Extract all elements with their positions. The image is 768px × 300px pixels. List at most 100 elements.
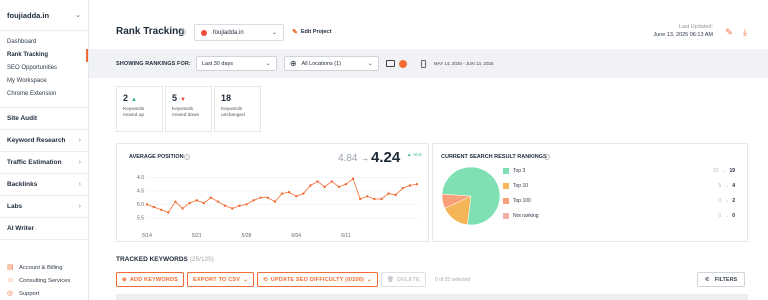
x-tick-label: 5/21 [192, 233, 202, 239]
serp-row-label: Top 3 [513, 168, 526, 174]
data-point [273, 200, 277, 203]
desktop-icon[interactable] [385, 60, 395, 67]
chevron-down-icon: ⌄ [243, 276, 248, 283]
sidebar-item-rank-tracking[interactable]: Rank Tracking [0, 49, 88, 62]
data-point [373, 197, 376, 201]
filters-icon: ⚟ [704, 276, 710, 283]
project-name: foujiadda.in [7, 10, 50, 20]
update-seo-difficulty-button[interactable]: ⟲ UPDATE SEO DIFFICULTY (0/200) ⌄ [256, 272, 378, 287]
tracked-count: (25/125) [189, 256, 214, 263]
stat-moved-up: 2 ▲ Keywords moved up [116, 86, 163, 132]
account-icon: ▤ [7, 264, 14, 271]
data-point [309, 184, 312, 187]
location-select[interactable]: ⊕ All Locations (1) ⌄ [283, 56, 379, 71]
legend-swatch [503, 168, 509, 174]
edit-project-button[interactable]: ✎ Edit Project [292, 28, 331, 36]
site-select[interactable]: foujiadda.in ⌄ [194, 24, 284, 41]
period-select[interactable]: Last 30 days ⌄ [195, 56, 277, 71]
sidebar-section-ai-writer[interactable]: AI Writer [0, 218, 88, 240]
x-tick-label: 5/14 [142, 233, 152, 239]
data-point [195, 199, 198, 202]
data-point [152, 205, 156, 209]
project-switcher[interactable]: foujiadda.in ⌄ [0, 0, 88, 31]
data-point [380, 197, 383, 201]
serp-row-label: Top 10 [513, 183, 529, 189]
site-favicon-icon [201, 29, 207, 36]
serp-row-values: 0 → 2 [718, 198, 735, 204]
sidebar-section-keyword-research[interactable]: Keyword Research › [0, 130, 88, 152]
sidebar-section-backlinks[interactable]: Backlinks › [0, 174, 88, 196]
data-point [358, 197, 362, 201]
date-range: MAY 14, 2025 - JUN 13, 2025 [433, 61, 494, 66]
data-point [266, 196, 269, 199]
data-point [415, 182, 419, 186]
sidebar-item-support[interactable]: ◎ Support [0, 287, 88, 300]
delete-label: DELETE [397, 276, 420, 283]
x-tick-label: 6/04 [291, 233, 301, 239]
serp-pie-chart [441, 166, 501, 226]
stat-value: 2 [123, 93, 129, 103]
data-point [160, 208, 163, 211]
filters-label: FILTERS [714, 276, 738, 283]
stat-unchanged: 18 Keywords unchanged [214, 86, 261, 132]
export-csv-button[interactable]: EXPORT TO CSV ⌄ [187, 272, 254, 287]
refresh-icon: ⟲ [262, 276, 268, 283]
sidebar-item-account-billing[interactable]: ▤ Account & Billing [0, 261, 88, 274]
arrow-down-icon: ▼ [180, 97, 186, 103]
data-point [181, 207, 184, 210]
edit-icon[interactable]: ✎ [724, 27, 734, 37]
average-position-card: AVERAGE POSITION i 4.84 → 4.24 ▲ +0.6 4.… [116, 143, 429, 242]
stat-moved-down: 5 ▼ Keywords moved down [165, 86, 212, 132]
filters-button[interactable]: ⚟ FILTERS [697, 272, 745, 287]
chevron-down-icon: ⌄ [367, 61, 373, 67]
export-csv-label: EXPORT TO CSV [193, 276, 241, 283]
sidebar-section-traffic-estimation[interactable]: Traffic Estimation › [0, 152, 88, 174]
stat-label: Keywords moved down [172, 107, 200, 118]
mobile-icon[interactable] [420, 59, 426, 68]
sidebar-section-label: Traffic Estimation [7, 159, 62, 166]
chevron-right-icon: › [78, 159, 81, 166]
add-keywords-label: ADD KEYWORDS [129, 276, 179, 283]
chevron-right-icon: › [78, 181, 81, 188]
sidebar-item-seo-opportunities[interactable]: SEO Opportunities [0, 62, 88, 75]
arrow-up-icon: ▲ [131, 97, 137, 103]
site-select-value: foujiadda.in [213, 29, 244, 36]
data-point [188, 201, 191, 205]
data-point [295, 195, 298, 198]
data-point [401, 187, 404, 190]
serp-new: 4 [732, 183, 735, 189]
last-updated: Last Updated: June 13, 2025 06:13 AM [653, 24, 713, 38]
y-tick-label: 4.0 [137, 175, 144, 181]
serp-row-label: Not ranking [513, 213, 539, 219]
sidebar-section-labs[interactable]: Labs › [0, 196, 88, 218]
data-point [366, 195, 369, 198]
legend-swatch [503, 213, 509, 219]
sidebar-item-my-workspace[interactable]: My Workspace [0, 75, 88, 88]
sidebar-section-site-audit[interactable]: Site Audit [0, 108, 88, 130]
chevron-right-icon: › [78, 137, 81, 144]
data-point [202, 201, 206, 205]
info-icon[interactable]: i [180, 29, 186, 35]
pencil-icon: ✎ [292, 29, 298, 36]
y-tick-label: 5.0 [137, 202, 144, 208]
serp-old: 5 [718, 183, 722, 189]
sidebar-footer: ▤ Account & Billing ☺ Consulting Service… [0, 261, 88, 300]
serp-new: 19 [729, 168, 735, 174]
info-icon[interactable]: i [544, 154, 550, 160]
serp-row-values: 20 → 19 [713, 168, 735, 174]
sidebar-item-chrome-extension[interactable]: Chrome Extension [0, 88, 88, 101]
sidebar-section-label: Site Audit [7, 115, 38, 122]
add-keywords-button[interactable]: ⊕ ADD KEYWORDS [116, 272, 185, 287]
sidebar-footer-label: Consulting Services [19, 277, 71, 284]
download-icon[interactable]: ⤓ [740, 27, 750, 37]
serp-old: 0 [718, 213, 722, 219]
sidebar-item-consulting[interactable]: ☺ Consulting Services [0, 274, 88, 287]
data-point [408, 184, 412, 187]
data-point [394, 193, 397, 197]
delete-button[interactable]: 🗑 DELETE [380, 272, 426, 287]
serp-rankings-title: CURRENT SEARCH RESULT RANKINGS [441, 154, 547, 160]
sidebar-section-label: Backlinks [7, 181, 38, 188]
y-tick-label: 5.5 [137, 216, 144, 222]
search-engine-icon[interactable] [398, 59, 407, 68]
sidebar-item-dashboard[interactable]: Dashboard [0, 36, 88, 49]
